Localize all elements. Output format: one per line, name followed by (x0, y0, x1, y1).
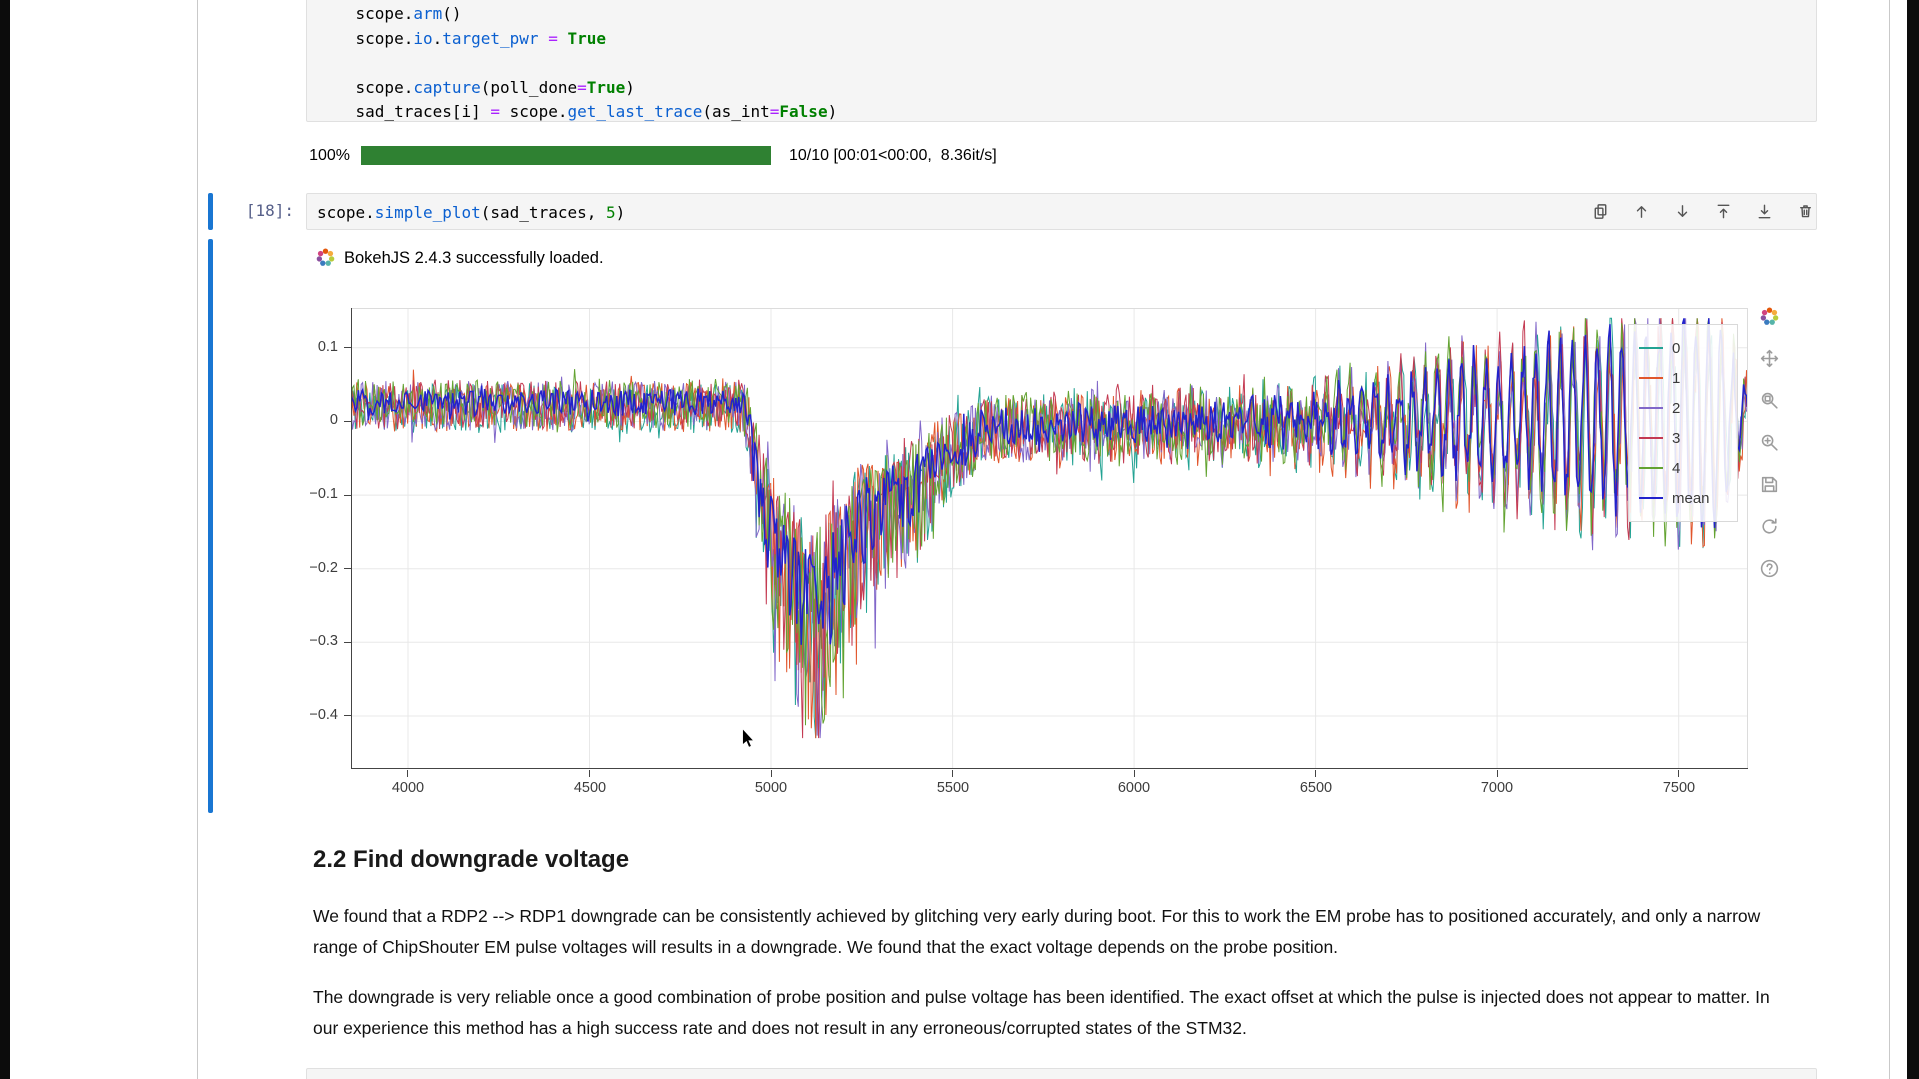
code-token: = (770, 102, 780, 121)
legend-swatch (1639, 407, 1663, 409)
code-cell-input-capture-loop[interactable]: scope.arm() scope.io.target_pwr = True s… (306, 0, 1817, 122)
code-editor[interactable]: scope.arm() scope.io.target_pwr = True s… (317, 2, 837, 125)
progress-percent-label: 100% (270, 147, 350, 165)
code-token: io (413, 29, 432, 48)
bokeh-plot-canvas[interactable]: 0 1 2 3 4 mean (351, 308, 1748, 769)
legend-item-mean: mean (1639, 483, 1727, 513)
legend-item-0: 0 (1639, 333, 1727, 363)
code-token: 5 (606, 203, 616, 222)
legend-item-3: 3 (1639, 423, 1727, 453)
plot-legend: 0 1 2 3 4 mean (1628, 324, 1738, 522)
screen-edge-right (1907, 0, 1919, 1079)
code-token: (as_int (702, 102, 769, 121)
code-line: sad_traces[i] = scope.get_last_trace(as_… (317, 100, 837, 125)
code-token: = (548, 29, 558, 48)
code-token: scope. (317, 78, 413, 97)
bokeh-logo-icon (315, 247, 336, 268)
code-line: scope.simple_plot(sad_traces, 5) (317, 201, 625, 226)
box-zoom-icon[interactable] (1759, 390, 1780, 411)
code-token: True (587, 78, 626, 97)
code-token: ) (625, 78, 635, 97)
markdown-paragraph-2: The downgrade is very reliable once a go… (313, 982, 1775, 1044)
cell-toolbar (1591, 202, 1815, 221)
code-token (539, 29, 549, 48)
code-token: False (779, 102, 827, 121)
code-line: scope.io.target_pwr = True (317, 27, 837, 52)
code-token: . (433, 29, 443, 48)
code-editor[interactable]: scope.simple_plot(sad_traces, 5) (317, 201, 625, 226)
code-token: ) (616, 203, 626, 222)
code-token: arm (413, 4, 442, 23)
wheel-zoom-icon[interactable] (1759, 432, 1780, 453)
code-token: scope. (317, 29, 413, 48)
code-token: ) (828, 102, 838, 121)
code-line: scope.capture(poll_done=True) (317, 76, 837, 101)
save-icon[interactable] (1759, 474, 1780, 495)
legend-item-4: 4 (1639, 453, 1727, 483)
bokeh-logo-icon[interactable] (1759, 306, 1780, 327)
legend-label: mean (1672, 490, 1710, 507)
mouse-cursor (741, 728, 759, 750)
code-line: scope.arm() (317, 2, 837, 27)
progress-bar-fill (361, 146, 771, 165)
cell-collapser-input[interactable] (208, 193, 213, 230)
output-collapser[interactable] (208, 239, 213, 813)
trace-plot (351, 308, 1748, 769)
legend-swatch (1639, 467, 1663, 469)
legend-label: 0 (1672, 340, 1680, 357)
legend-label: 2 (1672, 400, 1680, 417)
move-up-icon[interactable] (1632, 202, 1651, 221)
legend-item-1: 1 (1639, 363, 1727, 393)
code-token: = (577, 78, 587, 97)
code-token: simple_plot (375, 203, 481, 222)
copy-icon[interactable] (1591, 202, 1610, 221)
bokeh-loaded-message: BokehJS 2.4.3 successfully loaded. (344, 249, 604, 268)
move-down-icon[interactable] (1673, 202, 1692, 221)
markdown-heading: 2.2 Find downgrade voltage (313, 846, 629, 874)
help-icon[interactable] (1759, 558, 1780, 579)
code-line: #!pip install chipshouter (317, 1074, 558, 1079)
legend-label: 1 (1672, 370, 1680, 387)
progress-bar (361, 146, 771, 165)
legend-swatch (1639, 497, 1663, 499)
markdown-paragraph-1: We found that a RDP2 --> RDP1 downgrade … (313, 901, 1775, 963)
code-token: = (490, 102, 500, 121)
insert-above-icon[interactable] (1714, 202, 1733, 221)
code-token: capture (413, 78, 480, 97)
jupyter-notebook-screenshot: scope.arm() scope.io.target_pwr = True s… (0, 0, 1919, 1079)
code-editor[interactable]: #!pip install chipshouter (317, 1074, 558, 1079)
screen-edge-left (0, 0, 10, 1079)
code-line (317, 51, 837, 76)
code-token: (poll_done (481, 78, 577, 97)
code-token: (sad_traces, (481, 203, 606, 222)
legend-swatch (1639, 347, 1663, 349)
delete-icon[interactable] (1796, 202, 1815, 221)
code-token: target_pwr (442, 29, 538, 48)
code-token: scope. (500, 102, 567, 121)
legend-label: 3 (1672, 430, 1680, 447)
code-token: () (442, 4, 461, 23)
code-token: scope. (317, 4, 413, 23)
bokeh-toolbar (1757, 306, 1781, 579)
insert-below-icon[interactable] (1755, 202, 1774, 221)
code-cell-input-partial[interactable]: #!pip install chipshouter (306, 1068, 1817, 1079)
reset-icon[interactable] (1759, 516, 1780, 537)
execution-count-prompt: [18]: (224, 201, 294, 220)
legend-label: 4 (1672, 460, 1680, 477)
code-token: scope. (317, 203, 375, 222)
progress-status-text: 10/10 [00:01<00:00, 8.36it/s] (789, 147, 997, 165)
legend-item-2: 2 (1639, 393, 1727, 423)
code-token: True (567, 29, 606, 48)
code-token: sad_traces[i] (317, 102, 490, 121)
legend-swatch (1639, 437, 1663, 439)
pan-icon[interactable] (1759, 348, 1780, 369)
code-token: get_last_trace (567, 102, 702, 121)
legend-swatch (1639, 377, 1663, 379)
